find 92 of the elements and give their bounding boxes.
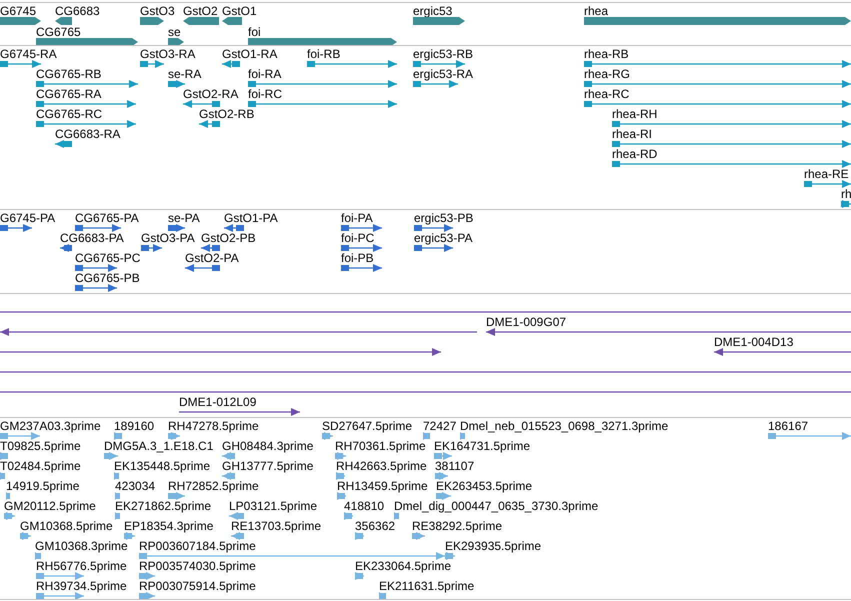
feature-label: GstO1: [222, 4, 257, 18]
feature-label: se-PA: [168, 211, 200, 225]
feature-label: 14919.5prime: [6, 479, 80, 493]
feature-label: foi: [248, 25, 261, 39]
feature-label: GstO3-PA: [141, 231, 195, 245]
feature-label: SD27647.5prime: [322, 419, 412, 433]
feature-label: RH13459.5prime: [337, 479, 428, 493]
feature-label: rhea-RI: [612, 127, 652, 141]
feature-label: Dmel_dig_000447_0635_3730.3prime: [394, 499, 598, 513]
feature-label: ergic53: [413, 4, 452, 18]
feature-label: EK135448.5prime: [114, 459, 210, 473]
feature-label: CG6765-PA: [75, 211, 139, 225]
feature-label: RP003574030.5prime: [139, 559, 256, 573]
feature-label: GstO1-RA: [222, 47, 278, 61]
feature-label: rhea-RC: [584, 87, 630, 101]
feature-label: se-RA: [168, 67, 202, 81]
feature-label: rhea-RG: [584, 67, 630, 81]
feature-label: DME1-004D13: [714, 335, 794, 349]
feature-label: GH08484.3prime: [222, 439, 314, 453]
feature-label: EK263453.5prime: [436, 479, 532, 493]
feature-label: CG6683-PA: [60, 231, 124, 245]
feature-label: GM10368.3prime: [35, 539, 128, 553]
feature-label: Dmel_neb_015523_0698_3271.3prime: [460, 419, 668, 433]
feature-label: RE13703.5prime: [231, 519, 322, 533]
feature-label: ergic53-PB: [414, 211, 474, 225]
feature-label: T02484.5prime: [0, 459, 81, 473]
feature-label: 186167: [768, 419, 808, 433]
feature-label: 418810: [344, 499, 384, 513]
feature-label: ergic53-RB: [413, 47, 474, 61]
feature-label: CG6765-RB: [36, 67, 102, 81]
feature-label: 356362: [355, 519, 396, 533]
feature-label: CG6765-RC: [36, 107, 102, 121]
feature-label: EK233064.5prime: [355, 559, 452, 573]
feature-label: GstO2-RB: [199, 107, 254, 121]
feature-label: G6745-RA: [0, 47, 57, 61]
feature-label: GstO3-RA: [140, 47, 196, 61]
feature-label: CG6683-RA: [55, 127, 120, 141]
feature-label: GstO2-PB: [201, 231, 256, 245]
feature-label: RH70361.5prime: [335, 439, 426, 453]
feature-label: GM237A03.3prime: [0, 419, 101, 433]
feature-label: EK211631.5prime: [379, 579, 474, 593]
feature-label: 423034: [115, 479, 156, 493]
feature-label: 72427: [423, 419, 456, 433]
feature-label: rh: [841, 187, 851, 201]
feature-label: RH47278.5prime: [168, 419, 259, 433]
feature-label: DME1-009G07: [486, 315, 566, 329]
feature-label: rhea-RB: [584, 47, 629, 61]
feature-label: rhea-RD: [612, 147, 658, 161]
feature-label: rhea: [584, 4, 608, 18]
feature-label: foi-RC: [248, 87, 282, 101]
feature-label: CG6683: [55, 4, 100, 18]
feature-label: CG6765-PC: [75, 251, 140, 265]
feature-label: EP18354.3prime: [124, 519, 214, 533]
feature-label: rhea-RH: [612, 107, 658, 121]
feature-label: G6745-PA: [0, 211, 56, 225]
feature-label: RE38292.5prime: [412, 519, 502, 533]
feature-label: foi-RB: [307, 47, 340, 61]
feature-label: DME1-012L09: [179, 395, 256, 409]
feature-label: GM10368.5prime: [20, 519, 113, 533]
feature-label: 189160: [114, 419, 154, 433]
feature-label: foi-PA: [341, 211, 373, 225]
feature-label: GstO3: [140, 4, 175, 18]
feature-label: foi-PB: [341, 251, 374, 265]
feature-label: EK293935.5prime: [445, 539, 542, 553]
feature-label: RH42663.5prime: [336, 459, 427, 473]
feature-label: RH72852.5prime: [168, 479, 259, 493]
feature-label: RP003075914.5prime: [139, 579, 256, 593]
feature-label: GM20112.5prime: [4, 499, 96, 513]
feature-label: CG6765-RA: [36, 87, 102, 101]
feature-label: G6745: [0, 4, 36, 18]
feature-label: CG6765-PB: [75, 271, 140, 285]
feature-label: EK164731.5prime: [434, 439, 530, 453]
feature-label: ergic53-PA: [414, 231, 472, 245]
feature-label: GstO2-PA: [185, 251, 239, 265]
feature-label: RH39734.5prime: [36, 579, 127, 593]
feature-label: 381107: [435, 459, 474, 473]
feature-label: rhea-RE: [804, 167, 849, 181]
feature-label: se: [168, 25, 181, 39]
feature-label: RH56776.5prime: [36, 559, 127, 573]
feature-label: T09825.5prime: [0, 439, 81, 453]
feature-label: CG6765: [36, 25, 81, 39]
feature-label: foi-RA: [248, 67, 282, 81]
feature-label: foi-PC: [341, 231, 374, 245]
feature-label: DMG5A.3_1.E18.C1: [104, 439, 214, 453]
feature-label: GH13777.5prime: [222, 459, 314, 473]
feature-label: GstO1-PA: [224, 211, 278, 225]
feature-label: LP03121.5prime: [229, 499, 318, 513]
feature-label: RP003607184.5prime: [139, 539, 256, 553]
feature-label: GstO2-RA: [183, 87, 238, 101]
feature-label: EK271862.5prime: [115, 499, 212, 513]
feature-label: GstO2: [183, 4, 218, 18]
feature-label: ergic53-RA: [413, 67, 474, 81]
